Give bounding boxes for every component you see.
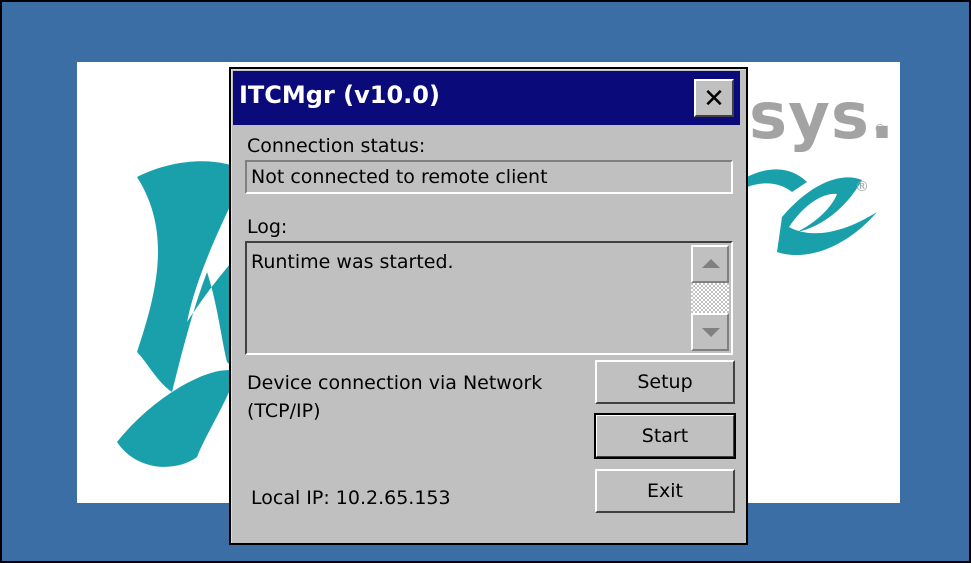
log-label: Log:	[247, 216, 288, 238]
device-connection-text: Device connection via Network (TCP/IP)	[247, 372, 543, 422]
brand-wordmark: sys.	[749, 80, 896, 154]
connection-status-label: Connection status:	[247, 135, 426, 157]
start-button[interactable]: Start	[594, 413, 736, 459]
scroll-down-button[interactable]	[691, 313, 729, 351]
setup-button[interactable]: Setup	[595, 360, 735, 404]
arrow-up-icon	[702, 259, 720, 268]
registered-mark-logo: ®	[855, 179, 869, 195]
connection-status-field: Not connected to remote client	[245, 160, 733, 194]
itcmgr-dialog: ITCMgr (v10.0) ✕ Connection status: Not …	[229, 67, 748, 545]
close-button[interactable]: ✕	[694, 79, 734, 117]
scroll-up-button[interactable]	[691, 245, 729, 283]
log-listbox[interactable]: Runtime was started.	[245, 241, 733, 355]
exit-button[interactable]: Exit	[595, 469, 735, 513]
log-entry: Runtime was started.	[251, 251, 454, 273]
arrow-down-icon	[702, 328, 720, 337]
local-ip-label: Local IP: 10.2.65.153	[251, 487, 451, 509]
dialog-titlebar[interactable]: ITCMgr (v10.0) ✕	[233, 71, 740, 125]
log-scrollbar[interactable]	[691, 245, 729, 351]
dialog-title: ITCMgr (v10.0)	[239, 81, 440, 109]
close-icon: ✕	[703, 84, 725, 114]
registered-mark: ®	[874, 122, 886, 136]
